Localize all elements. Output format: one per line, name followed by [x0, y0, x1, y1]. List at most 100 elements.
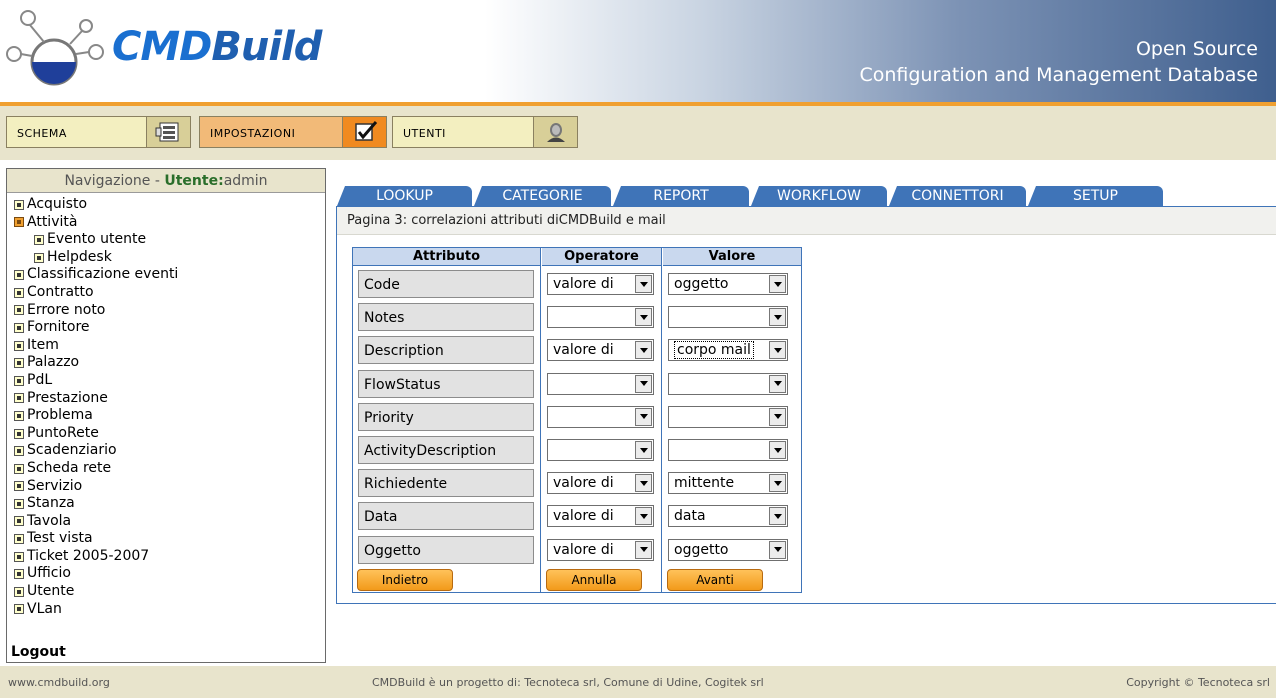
- schema-button[interactable]: SCHEMA: [6, 116, 191, 148]
- value-select[interactable]: [668, 372, 788, 395]
- chevron-down-icon[interactable]: [635, 407, 652, 426]
- chevron-down-icon[interactable]: [769, 474, 786, 493]
- chevron-down-icon[interactable]: [769, 341, 786, 360]
- impostazioni-button[interactable]: IMPOSTAZIONI: [199, 116, 387, 148]
- tree-item[interactable]: Palazzo: [14, 354, 325, 372]
- value-select[interactable]: [668, 306, 788, 329]
- tree-item[interactable]: Classificazione eventi: [14, 266, 325, 284]
- folder-icon: [14, 393, 24, 404]
- value-select[interactable]: mittente: [668, 472, 788, 495]
- tree-item[interactable]: Stanza: [14, 495, 325, 513]
- chevron-down-icon[interactable]: [635, 308, 652, 327]
- tree-item-label: PuntoRete: [27, 424, 99, 441]
- attribute-cell: FlowStatus: [358, 369, 534, 398]
- chevron-down-icon[interactable]: [769, 374, 786, 393]
- tree-item-label: Scadenziario: [27, 442, 117, 459]
- operator-select[interactable]: valore di: [547, 273, 654, 295]
- tagline-line-2: Configuration and Management Database: [859, 64, 1258, 86]
- folder-icon: [14, 534, 24, 545]
- value-select[interactable]: [668, 405, 788, 428]
- folder-icon: [34, 252, 44, 263]
- operator-select[interactable]: valore di: [547, 472, 654, 495]
- operator-select-value: valore di: [553, 342, 614, 359]
- chevron-down-icon[interactable]: [635, 374, 652, 393]
- schema-icon: [146, 117, 190, 147]
- navigation-header: Navigazione - Utente:admin: [7, 169, 325, 193]
- tab-lookup[interactable]: LOOKUP: [337, 186, 472, 206]
- value-select[interactable]: [668, 439, 788, 461]
- chevron-down-icon[interactable]: [769, 275, 786, 293]
- attribute-cell: Priority: [358, 402, 534, 431]
- chevron-down-icon[interactable]: [635, 474, 652, 493]
- tree-item[interactable]: Attività: [14, 214, 325, 232]
- back-button[interactable]: Indietro: [357, 568, 453, 591]
- tree-item[interactable]: Acquisto: [14, 196, 325, 214]
- tree-item[interactable]: Ticket 2005-2007: [14, 548, 325, 566]
- tab-workflow[interactable]: WORKFLOW: [751, 186, 887, 206]
- footer-credits: CMDBuild è un progetto di: Tecnoteca srl…: [372, 676, 764, 689]
- value-select[interactable]: corpo mail: [668, 339, 788, 362]
- user-name: admin: [223, 173, 268, 189]
- tree-item[interactable]: Prestazione: [14, 390, 325, 408]
- chevron-down-icon[interactable]: [769, 441, 786, 459]
- folder-icon: [14, 516, 24, 527]
- chevron-down-icon[interactable]: [635, 540, 652, 559]
- tree-item[interactable]: Contratto: [14, 284, 325, 302]
- logout-link[interactable]: Logout: [11, 644, 66, 660]
- chevron-down-icon[interactable]: [635, 441, 652, 459]
- tree-item[interactable]: Fornitore: [14, 319, 325, 337]
- tree-item-label: Problema: [27, 407, 93, 424]
- tab-categorie[interactable]: CATEGORIE: [474, 186, 611, 206]
- operator-select[interactable]: valore di: [547, 505, 654, 528]
- operator-select[interactable]: valore di: [547, 538, 654, 561]
- tree-item-label: Errore noto: [27, 301, 106, 318]
- tree-item-label: Palazzo: [27, 354, 80, 371]
- utenti-button[interactable]: UTENTI: [392, 116, 578, 148]
- value-select[interactable]: oggetto: [668, 538, 788, 561]
- folder-icon: [34, 234, 44, 245]
- tree-item[interactable]: Test vista: [14, 530, 325, 548]
- chevron-down-icon[interactable]: [635, 275, 652, 293]
- page-title: Pagina 3: correlazioni attributi diCMDBu…: [337, 207, 1276, 235]
- footer-site-link[interactable]: www.cmdbuild.org: [8, 676, 110, 689]
- chevron-down-icon[interactable]: [769, 540, 786, 559]
- tab-report[interactable]: REPORT: [613, 186, 749, 206]
- operator-select[interactable]: [547, 306, 654, 329]
- operator-select[interactable]: [547, 405, 654, 428]
- tree-item[interactable]: Utente: [14, 583, 325, 601]
- folder-icon: [14, 375, 24, 386]
- tab-connettori[interactable]: CONNETTORI: [889, 186, 1026, 206]
- chevron-down-icon[interactable]: [769, 507, 786, 526]
- value-select[interactable]: data: [668, 505, 788, 528]
- tree-item[interactable]: Errore noto: [14, 302, 325, 320]
- tree-item[interactable]: Helpdesk: [14, 249, 325, 267]
- tree-item[interactable]: Scheda rete: [14, 460, 325, 478]
- folder-icon: [14, 498, 24, 509]
- cancel-button[interactable]: Annulla: [546, 568, 642, 591]
- operator-select[interactable]: [547, 372, 654, 395]
- chevron-down-icon[interactable]: [635, 341, 652, 360]
- tree-item[interactable]: Item: [14, 337, 325, 355]
- tree-item-label: Utente: [27, 583, 75, 600]
- connector-panel: Pagina 3: correlazioni attributi diCMDBu…: [336, 206, 1276, 604]
- tree-item[interactable]: Evento utente: [14, 231, 325, 249]
- value-select[interactable]: oggetto: [668, 273, 788, 295]
- mapping-table: Attributo Code Notes Description FlowStatus…: [352, 247, 802, 593]
- tab-setup[interactable]: SETUP: [1028, 186, 1163, 206]
- tree-item[interactable]: PuntoRete: [14, 425, 325, 443]
- folder-icon: [14, 428, 24, 439]
- operator-select[interactable]: [547, 439, 654, 461]
- tree-item[interactable]: Servizio: [14, 478, 325, 496]
- tree-item[interactable]: Problema: [14, 407, 325, 425]
- chevron-down-icon[interactable]: [635, 507, 652, 526]
- chevron-down-icon[interactable]: [769, 308, 786, 327]
- tree-item[interactable]: Scadenziario: [14, 442, 325, 460]
- tree-item[interactable]: PdL: [14, 372, 325, 390]
- operator-select[interactable]: valore di: [547, 339, 654, 362]
- tree-item[interactable]: Tavola: [14, 513, 325, 531]
- tree-item[interactable]: Ufficio: [14, 565, 325, 583]
- chevron-down-icon[interactable]: [769, 407, 786, 426]
- next-button[interactable]: Avanti: [667, 568, 763, 591]
- folder-icon: [14, 551, 24, 562]
- tree-item[interactable]: VLan: [14, 601, 325, 619]
